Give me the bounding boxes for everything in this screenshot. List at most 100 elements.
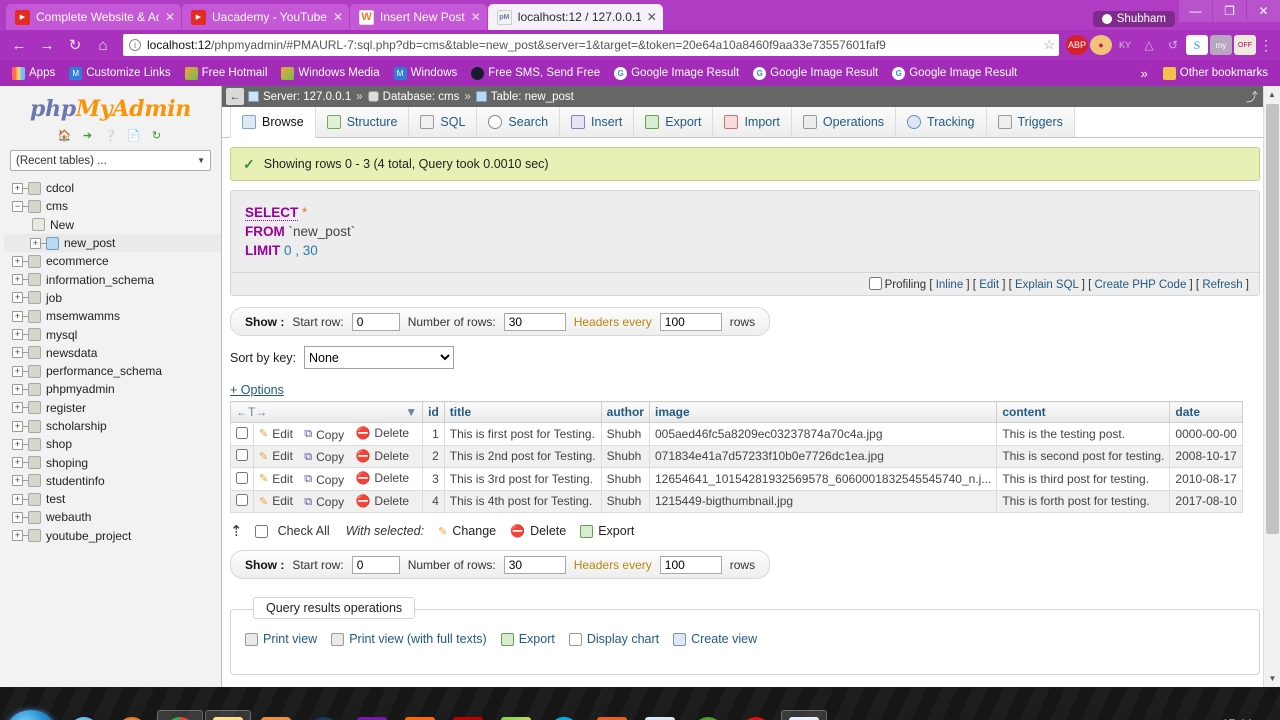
taskbar-item-notepad[interactable] [637, 710, 683, 720]
inline-link[interactable]: Inline [936, 279, 964, 291]
scroll-down-icon[interactable]: ▼ [1264, 670, 1280, 687]
display-chart-link[interactable]: Display chart [568, 632, 659, 646]
row-checkbox[interactable] [236, 426, 248, 439]
copy-action[interactable]: ⧉ Copy [304, 428, 344, 442]
expand-icon[interactable]: + [12, 292, 23, 304]
number-of-rows-input[interactable] [503, 555, 566, 574]
taskbar-item-skype[interactable]: S [541, 710, 587, 720]
scroll-up-icon[interactable]: ▲ [1264, 86, 1280, 103]
home-icon[interactable]: ⌂ [90, 33, 116, 57]
reload-icon[interactable]: ↻ [62, 33, 88, 57]
edit-action[interactable]: ✎ Edit [259, 472, 293, 486]
bookmark-google-image-1[interactable]: G Google Image Result [608, 65, 745, 82]
bookmark-customize-links[interactable]: M Customize Links [63, 65, 176, 82]
edit-action[interactable]: ✎ Edit [259, 427, 293, 441]
tree-item-cms[interactable]: − cms [4, 197, 221, 215]
browser-tab-1[interactable]: Uacademy - YouTube ✕ [182, 4, 350, 30]
tab-export[interactable]: Export [633, 107, 714, 137]
column-header-date[interactable]: date [1169, 401, 1243, 423]
expand-icon[interactable]: + [12, 511, 23, 523]
print-view-full-texts-link[interactable]: Print view (with full texts) [331, 632, 487, 646]
bookmarks-overflow-icon[interactable]: » [1134, 66, 1155, 81]
export-link[interactable]: Export [500, 632, 555, 646]
tab-structure[interactable]: Structure [314, 107, 410, 137]
expand-icon[interactable]: + [12, 457, 23, 469]
close-icon[interactable]: ✕ [165, 10, 175, 24]
expand-icon[interactable]: + [12, 329, 23, 341]
create-view-link[interactable]: Create view [673, 632, 757, 646]
tree-item-scholarship[interactable]: + scholarship [4, 417, 221, 435]
tab-triggers[interactable]: Triggers [985, 107, 1075, 137]
edit-action[interactable]: ✎ Edit [259, 449, 293, 463]
table-row[interactable]: ✎ Edit ⧉ Copy ⛔ Delete 1 This is first post… [230, 422, 1243, 446]
profile-button[interactable]: Shubham [1092, 11, 1175, 27]
table-row[interactable]: ✎ Edit ⧉ Copy ⛔ Delete 2 This is 2nd post f… [230, 444, 1243, 468]
delete-action[interactable]: ⛔ Delete [355, 449, 409, 463]
print-view-link[interactable]: Print view [245, 632, 317, 646]
expand-icon[interactable]: + [12, 383, 23, 395]
tab-browse[interactable]: Browse [230, 107, 316, 138]
tree-item-youtube-project[interactable]: + youtube_project [4, 527, 221, 545]
bookmark-google-image-2[interactable]: G Google Image Result [747, 65, 884, 82]
tab-tracking[interactable]: Tracking [895, 107, 987, 137]
expand-icon[interactable]: + [12, 438, 23, 450]
tree-item-new-post[interactable]: + new_post [4, 233, 221, 253]
taskbar-item-xampp[interactable]: ✖ [589, 710, 635, 720]
taskbar-item-dolby[interactable] [685, 710, 731, 720]
help-icon[interactable]: ❔ [102, 127, 119, 144]
page-info-icon[interactable]: i [129, 39, 141, 51]
collapse-icon[interactable]: − [12, 200, 23, 212]
export-selected-action[interactable]: Export [580, 524, 634, 538]
column-header-author[interactable]: author [600, 401, 650, 423]
taskbar-item-file-explorer[interactable] [205, 709, 251, 720]
tree-item-msemwamms[interactable]: + msemwamms [4, 307, 221, 325]
start-row-input[interactable] [351, 312, 400, 331]
minimize-button[interactable]: — [1179, 0, 1212, 22]
recent-tables-select[interactable]: (Recent tables) ... ▼ [10, 150, 211, 171]
sql-code[interactable]: SELECT * FROM `new_post` LIMIT 0 , 30 [245, 203, 1245, 260]
taskbar-item-hp[interactable]: hp [301, 710, 347, 720]
tree-item-studentinfo[interactable]: + studentinfo [4, 472, 221, 490]
breadcrumb-database[interactable]: Database: cms [367, 91, 459, 103]
chrome-menu-icon[interactable]: ⋮ [1258, 37, 1274, 54]
taskbar-item-control-panel[interactable] [781, 709, 827, 720]
expand-icon[interactable]: + [12, 475, 23, 487]
breadcrumb-back-icon[interactable]: ← [226, 88, 244, 105]
expand-icon[interactable]: + [30, 237, 41, 249]
chevron-down-icon[interactable]: ▼ [405, 405, 417, 419]
ky-extension-icon[interactable]: KY [1114, 35, 1136, 55]
bookmark-star-icon[interactable]: ☆ [1043, 37, 1055, 53]
create-php-code-link[interactable]: Create PHP Code [1095, 279, 1187, 291]
back-icon[interactable]: ← [6, 33, 32, 57]
close-window-button[interactable]: ✕ [1247, 0, 1280, 22]
row-checkbox[interactable] [236, 449, 248, 462]
reload-icon[interactable]: ↻ [148, 127, 165, 144]
adblock-icon[interactable]: ● [1090, 35, 1112, 55]
logout-icon[interactable]: ➔ [79, 127, 96, 144]
start-row-input[interactable] [351, 555, 400, 574]
copy-action[interactable]: ⧉ Copy [304, 450, 344, 464]
expand-icon[interactable]: + [12, 347, 23, 359]
options-toggle-link[interactable]: + Options [230, 383, 284, 397]
row-checkbox-cell[interactable] [230, 422, 254, 446]
close-icon[interactable]: ✕ [647, 10, 657, 24]
tab-insert[interactable]: Insert [559, 107, 635, 137]
delete-action[interactable]: ⛔ Delete [355, 471, 409, 485]
close-icon[interactable]: ✕ [471, 10, 481, 24]
select-arrow-icon[interactable]: ⇡ [230, 522, 243, 540]
taskbar-item-firefox[interactable] [109, 710, 155, 720]
copy-action[interactable]: ⧉ Copy [304, 473, 344, 487]
tree-item-webauth[interactable]: + webauth [4, 508, 221, 526]
tree-item-shop[interactable]: + shop [4, 435, 221, 453]
number-of-rows-input[interactable] [503, 312, 566, 331]
headers-every-input[interactable] [659, 312, 722, 331]
tree-item-test[interactable]: + test [4, 490, 221, 508]
column-header-image[interactable]: image [648, 401, 998, 423]
scrollbar-thumb[interactable] [1266, 104, 1279, 534]
bookmark-windows[interactable]: M Windows [388, 65, 464, 82]
taskbar-item-media-player[interactable]: ▶ [253, 710, 299, 720]
row-checkbox-cell[interactable] [230, 467, 254, 491]
tree-item-phpmyadmin[interactable]: + phpmyadmin [4, 380, 221, 398]
tree-item-mysql[interactable]: + mysql [4, 325, 221, 343]
expand-icon[interactable]: + [12, 420, 23, 432]
